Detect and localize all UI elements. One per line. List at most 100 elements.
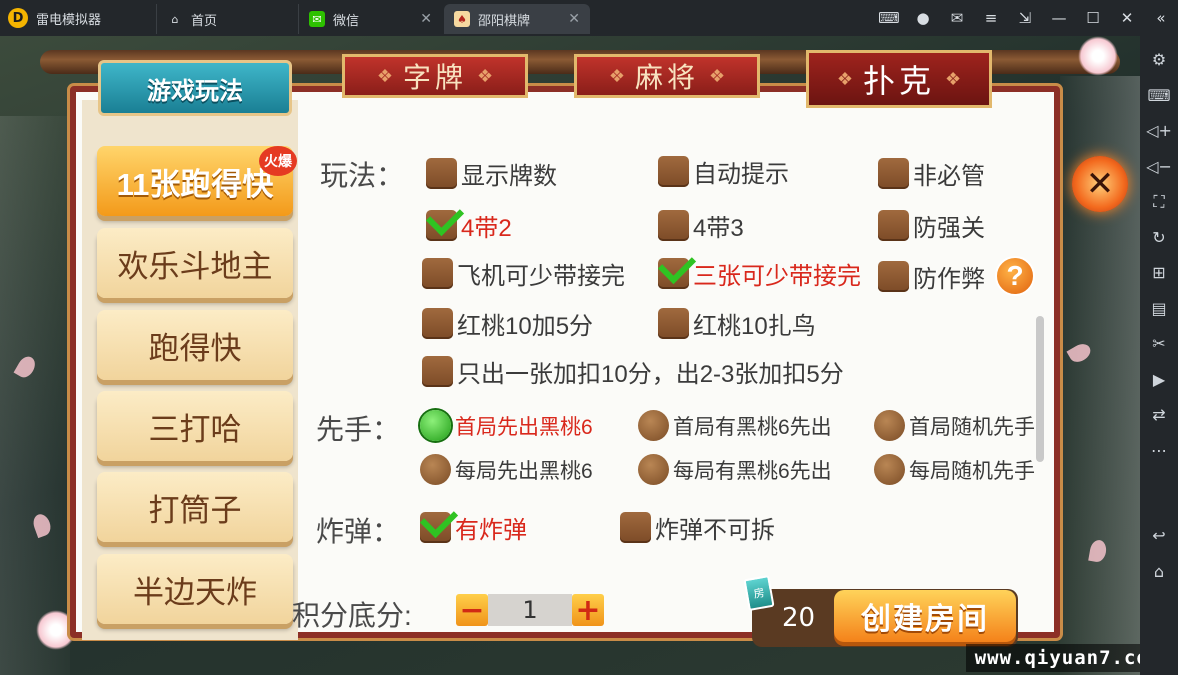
option-plane-less-attach[interactable]: 飞机可少带接完 bbox=[422, 256, 625, 291]
mode-item-banbiantianzha[interactable]: 半边天炸 bbox=[97, 554, 293, 624]
checkbox[interactable] bbox=[878, 210, 909, 241]
gamepad-icon[interactable]: ⌨ bbox=[872, 9, 906, 27]
checkbox-checked[interactable] bbox=[426, 210, 457, 241]
option-every-round-spade6[interactable]: 每局先出黑桃6 bbox=[420, 454, 593, 485]
close-tab-icon[interactable]: ✕ bbox=[568, 11, 580, 27]
add-window-icon[interactable]: ⊞ bbox=[1140, 255, 1178, 291]
option-auto-hint[interactable]: 自动提示 bbox=[658, 154, 789, 189]
option-first-round-spade6[interactable]: 首局先出黑桃6 bbox=[420, 410, 593, 441]
checkbox[interactable] bbox=[878, 158, 909, 189]
option-bomb-unsplittable[interactable]: 炸弹不可拆 bbox=[620, 510, 775, 545]
option-first-round-has-spade6[interactable]: 首局有黑桃6先出 bbox=[638, 410, 832, 441]
mode-item-sandaha[interactable]: 三打哈 bbox=[97, 391, 293, 461]
mode-item-datongzi[interactable]: 打筒子 bbox=[97, 472, 293, 542]
checkbox-checked[interactable] bbox=[420, 512, 451, 543]
option-first-round-random[interactable]: 首局随机先手 bbox=[874, 410, 1035, 441]
apk-install-icon[interactable]: ▤ bbox=[1140, 291, 1178, 327]
increment-button[interactable]: + bbox=[572, 593, 604, 628]
rotate-icon[interactable]: ↻ bbox=[1140, 220, 1178, 256]
radio-selected[interactable] bbox=[420, 410, 451, 441]
option-anti-cheat[interactable]: 防作弊? bbox=[878, 256, 1035, 296]
checkbox-checked[interactable] bbox=[658, 258, 689, 289]
options-scrollbar[interactable] bbox=[1036, 316, 1044, 462]
option-4-with-3[interactable]: 4带3 bbox=[658, 208, 744, 243]
option-label: 4带3 bbox=[693, 215, 744, 242]
checkbox[interactable] bbox=[878, 260, 909, 292]
option-anti-force-close[interactable]: 防强关 bbox=[878, 208, 985, 243]
volume-down-icon[interactable]: ◁− bbox=[1140, 149, 1178, 185]
option-label: 每局随机先手 bbox=[909, 459, 1035, 483]
settings-gear-icon[interactable]: ⚙ bbox=[1140, 42, 1178, 78]
pin-icon[interactable]: ⇲ bbox=[1008, 9, 1042, 27]
minimize-icon[interactable]: — bbox=[1042, 9, 1076, 27]
volume-up-icon[interactable]: ◁+ bbox=[1140, 113, 1178, 149]
checkbox[interactable] bbox=[422, 356, 453, 387]
tab-wechat[interactable]: ✉ 微信 ✕ bbox=[298, 4, 442, 34]
radio[interactable] bbox=[874, 410, 905, 441]
mode-item-doudizhu[interactable]: 欢乐斗地主 bbox=[97, 228, 293, 298]
help-icon[interactable]: ? bbox=[995, 256, 1035, 296]
option-label: 红桃10加5分 bbox=[457, 313, 594, 340]
option-hearts10-bird[interactable]: 红桃10扎鸟 bbox=[658, 306, 816, 341]
tab-zipai[interactable]: ❖ 字牌 ❖ bbox=[342, 54, 528, 98]
scissors-icon[interactable]: ✂ bbox=[1140, 326, 1178, 362]
option-single-card-deduct[interactable]: 只出一张加扣10分，出2-3张加扣5分 bbox=[422, 354, 844, 389]
keyboard-icon[interactable]: ⌨ bbox=[1140, 78, 1178, 114]
close-tab-icon[interactable]: ✕ bbox=[420, 11, 432, 27]
option-show-card-count[interactable]: 显示牌数 bbox=[426, 156, 557, 191]
close-window-icon[interactable]: ✕ bbox=[1110, 9, 1144, 27]
room-card-cost: 20 bbox=[782, 603, 816, 633]
decrement-button[interactable]: − bbox=[456, 593, 488, 628]
option-every-round-has-spade6[interactable]: 每局有黑桃6先出 bbox=[638, 454, 832, 485]
checkbox[interactable] bbox=[422, 258, 453, 289]
score-stepper: − 1 + bbox=[456, 593, 604, 628]
radio[interactable] bbox=[874, 454, 905, 485]
checkbox[interactable] bbox=[658, 308, 689, 339]
option-label: 只出一张加扣10分，出2-3张加扣5分 bbox=[457, 361, 844, 388]
checkbox[interactable] bbox=[658, 156, 689, 187]
option-label: 三张可少带接完 bbox=[693, 263, 861, 290]
option-has-bomb[interactable]: 有炸弹 bbox=[420, 510, 527, 545]
create-room-button[interactable]: 创建房间 bbox=[834, 590, 1016, 642]
tab-home[interactable]: ⌂ 首页 bbox=[156, 4, 296, 34]
checkbox[interactable] bbox=[620, 512, 651, 543]
tab-puke[interactable]: ❖ 扑克 ❖ bbox=[806, 50, 992, 108]
checkbox[interactable] bbox=[658, 210, 689, 241]
mail-icon[interactable]: ✉ bbox=[940, 9, 974, 27]
collapse-sidebar-icon[interactable]: « bbox=[1144, 9, 1178, 27]
option-label: 首局先出黑桃6 bbox=[455, 415, 593, 439]
option-hearts10-plus5[interactable]: 红桃10加5分 bbox=[422, 306, 593, 341]
option-label: 显示牌数 bbox=[461, 163, 557, 190]
sync-icon[interactable]: ⇄ bbox=[1140, 397, 1178, 433]
option-not-required[interactable]: 非必管 bbox=[878, 156, 985, 191]
curtain-decoration bbox=[0, 116, 70, 675]
menu-icon[interactable]: ≡ bbox=[974, 9, 1008, 27]
watermark: www.qiyuan7.com bbox=[966, 644, 1140, 672]
radio[interactable] bbox=[638, 454, 669, 485]
account-icon[interactable]: ● bbox=[906, 9, 940, 27]
checkbox[interactable] bbox=[422, 308, 453, 339]
ornament-icon: ❖ bbox=[477, 65, 494, 86]
fullscreen-icon[interactable]: ⛶ bbox=[1140, 184, 1178, 220]
option-every-round-random[interactable]: 每局随机先手 bbox=[874, 454, 1035, 485]
option-4-with-2[interactable]: 4带2 bbox=[426, 208, 512, 243]
mode-item-paodekuai[interactable]: 跑得快 bbox=[97, 310, 293, 380]
maximize-icon[interactable]: ☐ bbox=[1076, 9, 1110, 27]
option-triple-less-attach[interactable]: 三张可少带接完 bbox=[658, 256, 861, 291]
option-label: 非必管 bbox=[913, 163, 985, 190]
flower-decoration bbox=[1078, 36, 1118, 76]
checkbox[interactable] bbox=[426, 158, 457, 189]
option-label: 飞机可少带接完 bbox=[457, 263, 625, 290]
radio[interactable] bbox=[420, 454, 451, 485]
mode-list: 游戏玩法 11张跑得快 火爆 欢乐斗地主 跑得快 三打哈 打筒子 半边天炸 bbox=[82, 60, 298, 640]
option-label: 首局随机先手 bbox=[909, 415, 1035, 439]
more-icon[interactable]: ⋯ bbox=[1140, 433, 1178, 469]
video-record-icon[interactable]: ▶ bbox=[1140, 362, 1178, 398]
tab-game[interactable]: ♠ 邵阳棋牌 ✕ bbox=[444, 4, 590, 34]
tab-majiang[interactable]: ❖ 麻将 ❖ bbox=[574, 54, 760, 98]
close-dialog-button[interactable]: ✕ bbox=[1072, 156, 1128, 212]
radio[interactable] bbox=[638, 410, 669, 441]
back-icon[interactable]: ↩ bbox=[1140, 518, 1178, 554]
mode-item-11-paodekuai[interactable]: 11张跑得快 火爆 bbox=[97, 146, 297, 216]
home-nav-icon[interactable]: ⌂ bbox=[1140, 554, 1178, 590]
